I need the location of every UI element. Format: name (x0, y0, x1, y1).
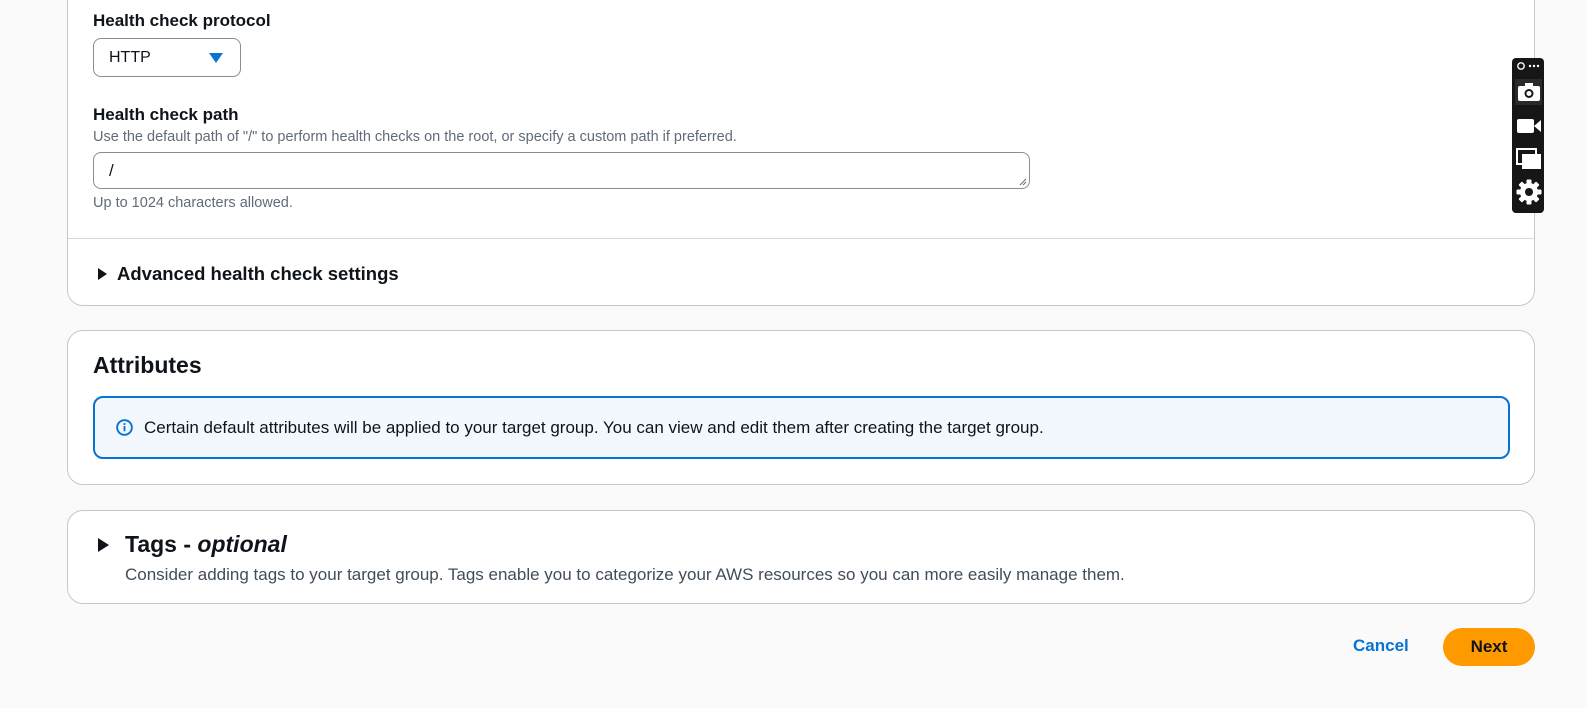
gear-icon (1516, 179, 1541, 205)
caret-right-icon (98, 268, 107, 280)
more-options-icon[interactable] (1516, 60, 1540, 72)
camera-button[interactable] (1515, 79, 1542, 105)
settings-button[interactable] (1515, 179, 1542, 205)
caret-right-icon (98, 537, 109, 552)
health-check-path-value: / (109, 161, 114, 180)
tags-title-text: Tags - (125, 531, 198, 557)
health-check-card: Health check protocol HTTP Health check … (67, 0, 1535, 306)
health-check-protocol-value: HTTP (109, 49, 151, 66)
info-alert-message: Certain default attributes will be appli… (144, 417, 1044, 437)
info-alert: Certain default attributes will be appli… (93, 396, 1510, 459)
health-check-path-description: Use the default path of "/" to perform h… (93, 129, 737, 145)
tags-card: Tags - optional Consider adding tags to … (67, 510, 1535, 604)
video-icon (1516, 119, 1541, 133)
tags-description: Consider adding tags to your target grou… (125, 565, 1125, 584)
cancel-button[interactable]: Cancel (1353, 636, 1409, 656)
advanced-health-check-label: Advanced health check settings (117, 263, 399, 284)
advanced-health-check-expander[interactable]: Advanced health check settings (98, 263, 399, 285)
video-button[interactable] (1515, 113, 1542, 139)
tags-title: Tags - optional (125, 531, 287, 558)
camera-icon (1517, 83, 1540, 101)
health-check-protocol-label: Health check protocol (93, 11, 271, 30)
section-divider (68, 238, 1534, 239)
windows-icon (1515, 148, 1541, 169)
caret-down-icon (209, 53, 223, 63)
windows-button[interactable] (1515, 146, 1542, 172)
info-icon (116, 419, 133, 436)
health-check-path-input[interactable]: / (93, 152, 1030, 189)
attributes-title: Attributes (93, 352, 202, 378)
tags-title-optional: optional (197, 531, 287, 557)
health-check-protocol-select[interactable]: HTTP (93, 38, 241, 77)
attributes-card: Attributes Certain default attributes wi… (67, 330, 1535, 485)
health-check-path-constraint: Up to 1024 characters allowed. (93, 195, 293, 211)
health-check-path-label: Health check path (93, 105, 239, 124)
extension-toolbar (1512, 58, 1544, 213)
resize-handle-icon[interactable] (1019, 178, 1027, 186)
next-button[interactable]: Next (1443, 628, 1535, 666)
tags-expander[interactable]: Tags - optional (98, 531, 287, 558)
